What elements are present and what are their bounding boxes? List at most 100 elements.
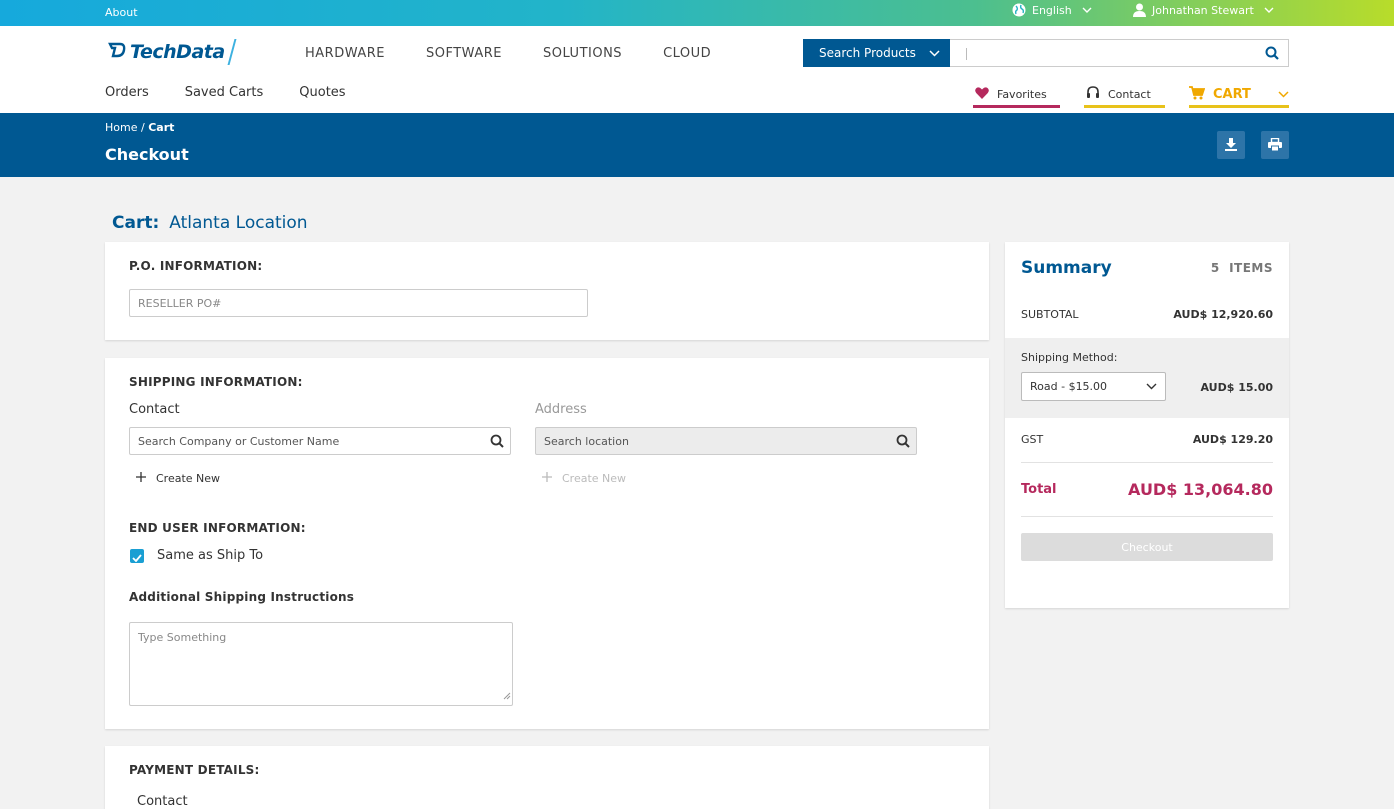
create-new-address-button[interactable]: Create New [542, 472, 626, 485]
create-new-address-label: Create New [562, 472, 627, 485]
nav-cloud[interactable]: CLOUD [663, 46, 711, 61]
about-link[interactable]: About [105, 6, 138, 19]
cart-heading: Cart: Atlanta Location [112, 213, 308, 233]
checkout-button[interactable]: Checkout [1021, 533, 1273, 561]
reseller-po-field[interactable]: RESELLER PO# [129, 289, 588, 317]
search-scope-label: Search Products [819, 46, 916, 60]
summary-item-count: 5 ITEMS [1211, 261, 1273, 275]
product-search: Search Products [803, 39, 1289, 67]
total-label: Total [1021, 482, 1057, 497]
cart-icon [1189, 86, 1206, 103]
nav-hardware[interactable]: HARDWARE [305, 46, 385, 61]
po-information-panel: P.O. INFORMATION: RESELLER PO# [105, 242, 989, 340]
search-icon[interactable] [890, 434, 916, 448]
po-heading: P.O. INFORMATION: [129, 259, 263, 273]
search-scope-dropdown[interactable]: Search Products [803, 39, 950, 67]
page-header-band: Home / Cart Checkout [0, 113, 1394, 177]
shipping-method-section: Shipping Method: Road - $15.00 AUD$ 15.0… [1005, 338, 1289, 418]
techdata-logo[interactable]: TechData [108, 39, 237, 65]
shipping-cost-value: AUD$ 15.00 [1200, 381, 1273, 394]
end-user-heading: END USER INFORMATION: [129, 521, 306, 535]
favorites-label: Favorites [997, 88, 1047, 101]
search-icon[interactable] [1256, 40, 1288, 66]
check-icon [132, 547, 142, 566]
subtotal-row: SUBTOTAL AUD$ 12,920.60 [1021, 308, 1273, 321]
shipping-instructions-textarea[interactable]: Type Something [129, 622, 513, 706]
language-selector[interactable]: English [1012, 3, 1092, 17]
address-search-field[interactable]: Search location [535, 427, 917, 455]
payment-details-panel: PAYMENT DETAILS: Contact [105, 746, 989, 809]
item-count: 5 [1210, 261, 1220, 275]
contact-search-field[interactable]: Search Company or Customer Name [129, 427, 511, 455]
shipping-heading: SHIPPING INFORMATION: [129, 375, 303, 389]
shipping-method-label: Shipping Method: [1021, 351, 1118, 364]
contact-label: Contact [1108, 88, 1151, 101]
logo-slash [227, 39, 237, 65]
header: TechData HARDWARE SOFTWARE SOLUTIONS CLO… [0, 26, 1394, 113]
nav-solutions[interactable]: SOLUTIONS [543, 46, 622, 61]
cart-menu[interactable]: CART [1189, 84, 1289, 108]
search-icon[interactable] [484, 434, 510, 448]
breadcrumb: Home / Cart [105, 121, 174, 134]
user-name: Johnathan Stewart [1152, 3, 1254, 17]
summary-divider [1021, 516, 1273, 517]
nav-saved-carts[interactable]: Saved Carts [185, 85, 264, 100]
chevron-down-icon [1278, 88, 1289, 101]
shipping-method-select[interactable]: Road - $15.00 [1021, 372, 1166, 401]
same-as-ship-to-checkbox[interactable] [130, 549, 144, 563]
subtotal-value: AUD$ 12,920.60 [1173, 308, 1273, 321]
logo-text: TechData [130, 41, 225, 63]
chevron-down-icon [1264, 7, 1274, 13]
breadcrumb-current: Cart [148, 121, 175, 134]
contact-link[interactable]: Contact [1084, 84, 1165, 108]
favorites-link[interactable]: Favorites [973, 84, 1060, 108]
user-menu[interactable]: Johnathan Stewart [1133, 3, 1274, 17]
create-new-contact-label: Create New [156, 472, 221, 485]
chevron-down-icon [1146, 380, 1157, 393]
nav-quotes[interactable]: Quotes [299, 85, 345, 100]
download-icon [1224, 136, 1238, 155]
sub-nav: Orders Saved Carts Quotes [105, 85, 382, 100]
language-label: English [1032, 3, 1072, 17]
headset-icon [1086, 86, 1100, 103]
plus-icon [542, 472, 552, 485]
user-icon [1133, 3, 1146, 17]
gst-label: GST [1021, 433, 1044, 446]
shipping-information-panel: SHIPPING INFORMATION: Contact Address Se… [105, 358, 989, 729]
main-nav: HARDWARE SOFTWARE SOLUTIONS CLOUD [305, 46, 752, 61]
nav-software[interactable]: SOFTWARE [426, 46, 502, 61]
download-button[interactable] [1217, 131, 1245, 159]
breadcrumb-separator: / [140, 121, 145, 134]
create-new-contact-button[interactable]: Create New [136, 472, 220, 485]
heart-icon [975, 87, 989, 102]
gst-row: GST AUD$ 129.20 [1021, 433, 1273, 446]
td-mark-icon [108, 42, 126, 62]
search-input[interactable] [967, 40, 1256, 66]
shipping-instructions-placeholder: Type Something [138, 631, 227, 644]
cart-name: Atlanta Location [169, 213, 308, 233]
cart-heading-label: Cart: [112, 213, 160, 233]
printer-icon [1268, 136, 1282, 155]
chevron-down-icon [929, 46, 940, 60]
payment-heading: PAYMENT DETAILS: [129, 763, 260, 777]
items-label: ITEMS [1229, 261, 1273, 275]
page-title: Checkout [105, 145, 189, 164]
nav-orders[interactable]: Orders [105, 85, 149, 100]
resize-handle-icon[interactable] [503, 685, 511, 704]
payment-contact-label: Contact [137, 794, 188, 809]
instructions-heading: Additional Shipping Instructions [129, 590, 355, 604]
address-label: Address [535, 402, 587, 417]
breadcrumb-home[interactable]: Home [105, 121, 137, 134]
gst-value: AUD$ 129.20 [1192, 433, 1273, 446]
summary-divider [1021, 462, 1273, 463]
same-as-ship-to-label[interactable]: Same as Ship To [157, 548, 263, 563]
summary-title: Summary [1021, 258, 1112, 278]
print-button[interactable] [1261, 131, 1289, 159]
address-search-placeholder: Search location [544, 434, 629, 448]
chevron-down-icon [1082, 7, 1092, 13]
top-bar: About English Johnathan Stewart [0, 0, 1394, 26]
total-row: Total AUD$ 13,064.80 [1021, 480, 1273, 499]
contact-label: Contact [129, 402, 180, 417]
globe-icon [1012, 3, 1026, 17]
plus-icon [136, 472, 146, 485]
